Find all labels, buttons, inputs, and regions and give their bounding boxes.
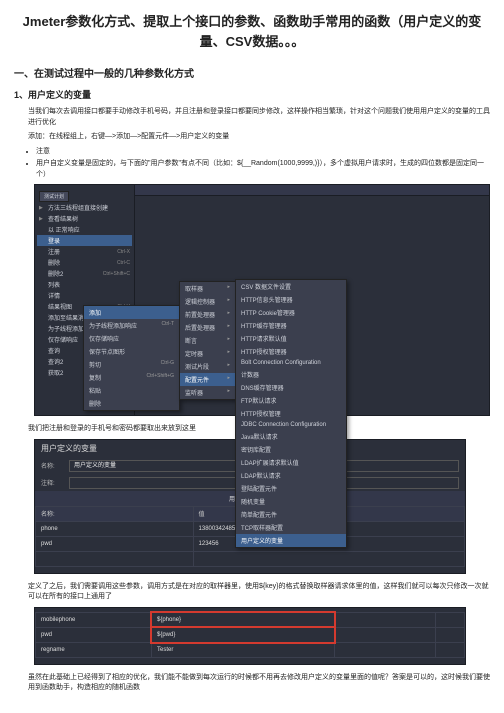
bullet-random: 用户自定义变量是固定的，与下面的"用户参数"有点不同（比如：${__Random… <box>36 159 490 180</box>
context-menu-3: CSV 数据文件设置HTTP信息头管理器HTTP Cookie管理器HTTP缓存… <box>235 279 347 548</box>
screenshot-params: mobilephone${phone}pwd${pwd}regnameTeste… <box>34 607 466 665</box>
tree-item[interactable]: 登录 <box>37 235 132 246</box>
paragraph: 定义了之后，我们需要调用这些参数，调用方式是在对应的取样器里，使用${key}的… <box>14 582 490 603</box>
tree-item[interactable]: ▶方法三线程组直接创建 <box>37 202 132 213</box>
context-item[interactable]: 配置元件▸ <box>180 373 235 386</box>
context-item[interactable]: JDBC Connection Configuration <box>236 420 346 430</box>
tree-item[interactable]: 以 正常响应 <box>37 224 132 235</box>
tree-item[interactable]: ▶查看结果树 <box>37 213 132 224</box>
screenshot-context-menu: 测试计划 ▶方法三线程组直接创建▶查看结果树以 正常响应登录注册Ctrl-X删除… <box>34 184 490 416</box>
context-item[interactable]: 取样器▸ <box>180 282 235 295</box>
tree-item[interactable]: 删除2Ctrl+Shift+C <box>37 268 132 279</box>
label-comment: 注释: <box>41 478 63 487</box>
context-item[interactable]: 剪切Ctrl-G <box>84 358 179 371</box>
context-item[interactable]: FTP默认请求 <box>236 394 346 407</box>
section-1-heading: 一、在测试过程中一般的几种参数化方式 <box>14 65 490 80</box>
context-item[interactable]: HTTP授权管理 <box>236 407 346 420</box>
context-menu-1: 添加为子线程添加响应Ctrl-T仅存储响应保存节点图形剪切Ctrl-G复制Ctr… <box>83 305 180 411</box>
context-item[interactable]: 删除 <box>84 397 179 410</box>
page-title: Jmeter参数化方式、提取上个接口的参数、函数助手常用的函数（用户定义的变量、… <box>14 12 490 51</box>
context-item[interactable]: HTTP信息头管理器 <box>236 293 346 306</box>
section-1-1-heading: 1、用户定义的变量 <box>14 88 490 101</box>
context-item[interactable]: 断言▸ <box>180 334 235 347</box>
table-row[interactable]: mobilephone${phone} <box>36 612 465 627</box>
context-item[interactable]: 登陆配置元件 <box>236 482 346 495</box>
context-item[interactable]: 用户定义的变量 <box>236 534 346 547</box>
context-item[interactable]: 仅存储响应 <box>84 332 179 345</box>
context-item[interactable]: LDAP默认请求 <box>236 469 346 482</box>
paragraph: 当我们每次去调用接口都要手动修改手机号码，并且注册和登录接口都要同步修改，这样操… <box>14 107 490 128</box>
context-item[interactable]: 后置处理器▸ <box>180 321 235 334</box>
context-item[interactable]: 复制Ctrl+Shift+G <box>84 371 179 384</box>
col-name: 名称: <box>36 506 194 521</box>
context-item[interactable]: 测试片段▸ <box>180 360 235 373</box>
paragraph: 虽然在此基础上已经得到了相应的优化，我们能不能做到每次运行的时候都不用再去修改用… <box>14 673 490 694</box>
context-item[interactable]: DNS缓存管理器 <box>236 381 346 394</box>
context-item[interactable]: 密钥库配置 <box>236 443 346 456</box>
tree-item[interactable]: 注册Ctrl-X <box>37 246 132 257</box>
context-menu-2: 取样器▸逻辑控制器▸前置处理器▸后置处理器▸断言▸定时器▸测试片段▸配置元件▸监… <box>179 281 236 400</box>
context-item[interactable]: 为子线程添加响应Ctrl-T <box>84 319 179 332</box>
context-item[interactable]: 添加 <box>84 306 179 319</box>
tab-plan[interactable]: 测试计划 <box>39 191 69 202</box>
table-row[interactable]: pwd${pwd} <box>36 627 465 642</box>
tree-item[interactable]: 详情 <box>37 290 132 301</box>
paragraph: 添加：在线程组上，右键—>添加—>配置元件—>用户定义的变量 <box>14 132 490 143</box>
context-item[interactable]: HTTP授权管理器 <box>236 345 346 358</box>
context-item[interactable]: 粘贴 <box>84 384 179 397</box>
context-item[interactable]: 逻辑控制器▸ <box>180 295 235 308</box>
context-item[interactable]: TCP取样器配置 <box>236 521 346 534</box>
context-item[interactable]: 简单配置元件 <box>236 508 346 521</box>
tree-item[interactable]: 列表 <box>37 279 132 290</box>
context-item[interactable]: HTTP请求默认值 <box>236 332 346 345</box>
context-item[interactable]: LDAP扩展请求默认值 <box>236 456 346 469</box>
editor-toolbar <box>135 185 489 196</box>
context-item[interactable]: 保存节点图形 <box>84 345 179 358</box>
context-item[interactable]: 计数器 <box>236 368 346 381</box>
tree-item[interactable]: 删除Ctrl-C <box>37 257 132 268</box>
context-item[interactable]: HTTP缓存管理器 <box>236 319 346 332</box>
label-name: 名称: <box>41 461 63 470</box>
context-item[interactable]: 监听器▸ <box>180 386 235 399</box>
bullet-note: 注意 <box>36 147 490 158</box>
table-row[interactable] <box>36 551 465 566</box>
context-item[interactable]: CSV 数据文件设置 <box>236 280 346 293</box>
params-table: mobilephone${phone}pwd${pwd}regnameTeste… <box>35 612 465 658</box>
context-item[interactable]: Java默认请求 <box>236 430 346 443</box>
context-item[interactable]: 随机变量 <box>236 495 346 508</box>
table-row[interactable]: regnameTester <box>36 642 465 657</box>
context-item[interactable]: 定时器▸ <box>180 347 235 360</box>
context-item[interactable]: 前置处理器▸ <box>180 308 235 321</box>
context-item[interactable]: Bolt Connection Configuration <box>236 358 346 368</box>
context-item[interactable]: HTTP Cookie管理器 <box>236 306 346 319</box>
